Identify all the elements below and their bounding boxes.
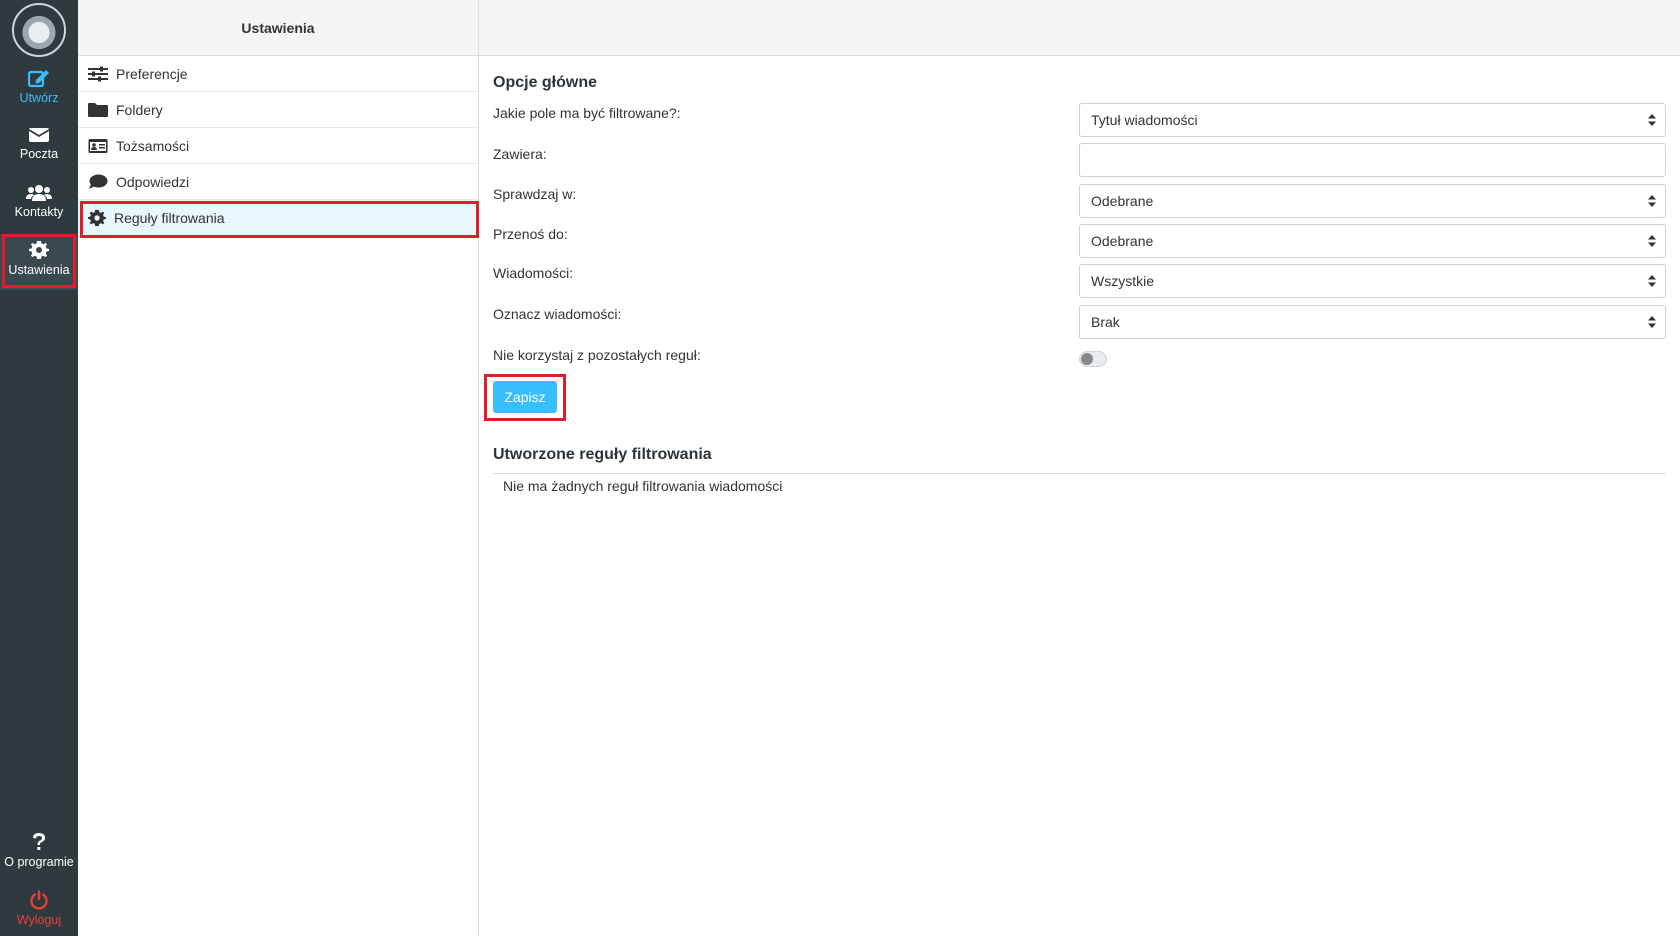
settings-item-label: Tożsamości xyxy=(116,137,190,154)
mail-button[interactable]: Poczta xyxy=(0,120,78,176)
contains-label: Zawiera: xyxy=(493,146,547,162)
move-to-select-value: Odebrane xyxy=(1091,233,1154,249)
field-row: Jakie pole ma być filtrowane?: Tytuł wia… xyxy=(493,103,1666,137)
created-rules-title: Utworzone reguły filtrowania xyxy=(493,446,712,463)
move-to-label: Przenoś do: xyxy=(493,226,568,242)
logout-label: Wyloguj xyxy=(16,913,62,927)
stop-rules-row: Nie korzystaj z pozostałych reguł: xyxy=(493,347,1666,381)
settings-highlight-frame xyxy=(2,234,76,288)
folder-icon xyxy=(88,102,108,117)
compose-button[interactable]: Utwórz xyxy=(0,62,78,118)
about-label: O programie xyxy=(4,855,74,869)
settings-item-responses[interactable]: Odpowiedzi xyxy=(78,164,478,200)
contacts-label: Kontakty xyxy=(14,205,64,219)
rules-divider xyxy=(493,473,1666,474)
sliders-icon xyxy=(88,66,108,81)
envelope-icon xyxy=(28,128,50,142)
settings-item-label: Preferencje xyxy=(116,65,188,82)
select-arrows-icon xyxy=(1648,114,1656,126)
filter-rules-panel: Opcje główne Jakie pole ma być filtrowan… xyxy=(479,0,1680,936)
logout-button[interactable]: Wyloguj xyxy=(0,884,78,936)
university-logo xyxy=(12,3,66,57)
settings-list-column: Ustawienia Preferencje Foldery Tożsamośc… xyxy=(78,0,479,936)
select-arrows-icon xyxy=(1648,195,1656,207)
about-button[interactable]: O programie xyxy=(0,826,78,882)
app: Utwórz Poczta Kontakty Ustawienia O prog… xyxy=(0,0,1680,936)
messages-select-value: Wszystkie xyxy=(1091,273,1154,289)
field-select-value: Tytuł wiadomości xyxy=(1091,112,1198,128)
settings-item-label: Foldery xyxy=(116,101,163,118)
contacts-button[interactable]: Kontakty xyxy=(0,178,78,234)
check-in-label: Sprawdzaj w: xyxy=(493,186,577,202)
power-icon xyxy=(30,890,48,910)
users-icon xyxy=(26,185,52,201)
contains-input[interactable] xyxy=(1079,143,1666,177)
main-options-title: Opcje główne xyxy=(493,74,598,91)
mail-label: Poczta xyxy=(19,147,59,161)
mark-select-value: Brak xyxy=(1091,314,1120,330)
stop-rules-label: Nie korzystaj z pozostałych reguł: xyxy=(493,347,701,363)
settings-item-identities[interactable]: Tożsamości xyxy=(78,128,478,164)
settings-item-label: Odpowiedzi xyxy=(116,173,190,190)
check-in-select[interactable]: Odebrane xyxy=(1079,184,1666,218)
select-arrows-icon xyxy=(1648,235,1656,247)
no-rules-message: Nie ma żadnych reguł filtrowania wiadomo… xyxy=(503,478,783,494)
settings-item-folders[interactable]: Foldery xyxy=(78,92,478,128)
check-in-select-value: Odebrane xyxy=(1091,193,1154,209)
main-header xyxy=(479,0,1680,56)
compose-icon xyxy=(28,70,49,88)
question-icon xyxy=(33,833,45,850)
check-in-row: Sprawdzaj w: Odebrane xyxy=(493,184,1666,218)
settings-item-preferences[interactable]: Preferencje xyxy=(78,56,478,92)
id-card-icon xyxy=(88,138,108,153)
filter-rules-highlight-frame xyxy=(80,201,479,238)
stop-rules-toggle[interactable] xyxy=(1079,351,1107,367)
messages-label: Wiadomości: xyxy=(493,265,574,281)
save-highlight-frame xyxy=(484,374,566,421)
messages-select[interactable]: Wszystkie xyxy=(1079,264,1666,298)
mark-select[interactable]: Brak xyxy=(1079,305,1666,339)
select-arrows-icon xyxy=(1648,275,1656,287)
toggle-knob xyxy=(1081,353,1093,365)
move-to-row: Przenoś do: Odebrane xyxy=(493,224,1666,258)
settings-list-header: Ustawienia xyxy=(78,0,478,56)
select-arrows-icon xyxy=(1648,316,1656,328)
field-select[interactable]: Tytuł wiadomości xyxy=(1079,103,1666,137)
left-rail: Utwórz Poczta Kontakty Ustawienia O prog… xyxy=(0,0,78,936)
compose-label: Utwórz xyxy=(19,91,59,105)
move-to-select[interactable]: Odebrane xyxy=(1079,224,1666,258)
messages-row: Wiadomości: Wszystkie xyxy=(493,264,1666,298)
mark-label: Oznacz wiadomości: xyxy=(493,306,622,322)
mark-row: Oznacz wiadomości: Brak xyxy=(493,305,1666,339)
field-label: Jakie pole ma być filtrowane?: xyxy=(493,105,681,121)
contains-row: Zawiera: xyxy=(493,143,1666,177)
comment-icon xyxy=(89,174,108,189)
